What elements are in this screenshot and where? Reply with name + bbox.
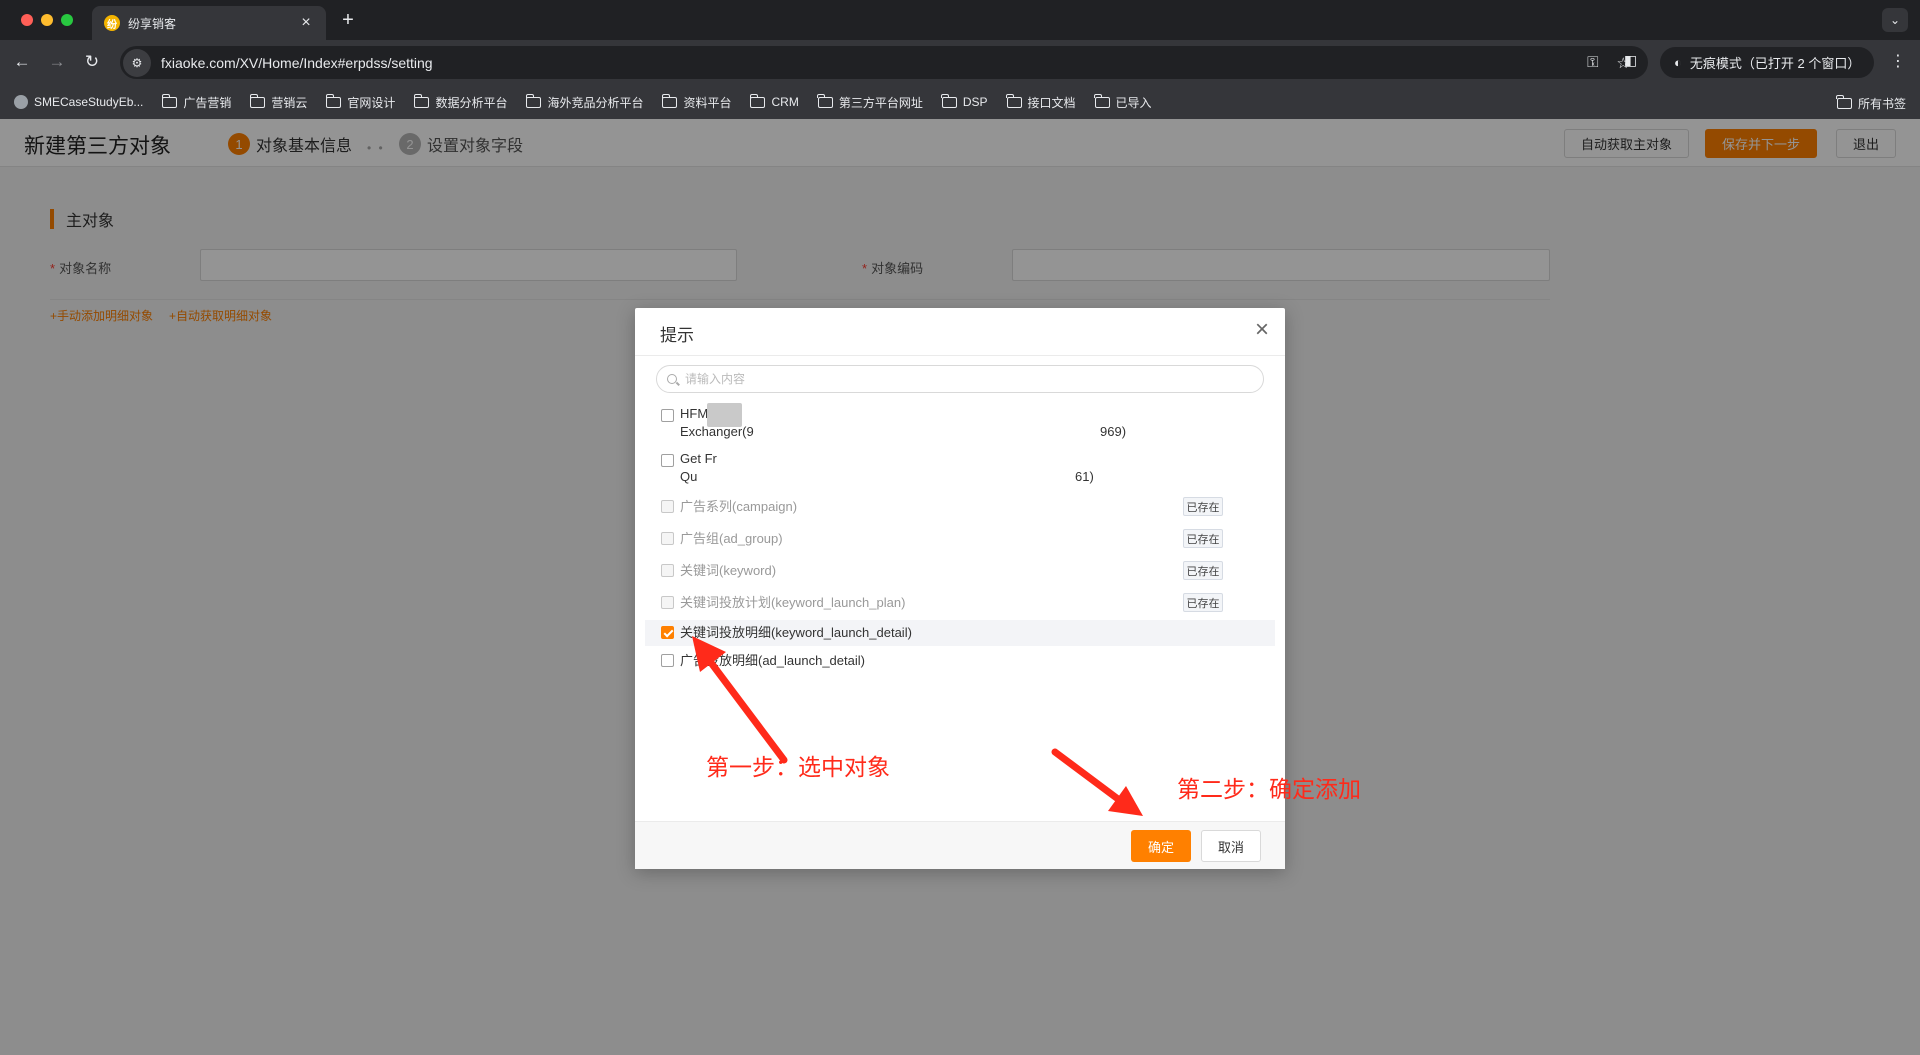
reload-icon[interactable]: ↻: [80, 50, 104, 74]
all-bookmarks-folder[interactable]: 所有书签: [1836, 95, 1906, 112]
close-icon[interactable]: ×: [1255, 318, 1269, 342]
item-checkbox: [661, 500, 674, 513]
item-text-tail: 61): [1075, 469, 1094, 484]
item-checkbox[interactable]: [661, 409, 674, 422]
folder-icon: [413, 93, 430, 108]
window-close-button[interactable]: [21, 14, 33, 26]
dialog-header: 提示 ×: [635, 308, 1285, 356]
redaction-mark: [742, 403, 1092, 423]
site-info-icon[interactable]: ⚙: [123, 48, 151, 77]
redaction-mark: [707, 403, 742, 427]
bookmark-folder[interactable]: 官网设计: [325, 93, 395, 111]
bookmark-folder[interactable]: 海外竞品分析平台: [525, 93, 643, 111]
annotation-step2: 第二步：确定添加: [1177, 777, 1361, 803]
redaction-mark: [717, 448, 1057, 486]
list-item[interactable]: Get Fr Qu 61): [645, 448, 1275, 490]
item-text: 广告系列(campaign): [680, 499, 798, 514]
browser-toolbar: ← → ↻ ⚙ fxiaoke.com/XV/Home/Index#erpdss…: [0, 40, 1920, 85]
search-icon: [667, 374, 677, 384]
browser-tab-bar: 纷 纷享销客 × + ⌄: [0, 0, 1920, 40]
item-text: 关键词投放明细(keyword_launch_detail): [680, 625, 912, 640]
fxiaoke-favicon-icon: 纷: [104, 15, 120, 31]
dialog-title: 提示: [660, 326, 694, 345]
bookmark-folder[interactable]: 广告营销: [161, 93, 231, 111]
item-checkbox: [661, 532, 674, 545]
browser-tab-active[interactable]: 纷 纷享销客 ×: [92, 6, 326, 40]
incognito-label: 无痕模式（已打开 2 个窗口）: [1689, 56, 1861, 71]
item-checkbox[interactable]: [661, 454, 674, 467]
folder-icon: [525, 93, 542, 108]
item-checkbox[interactable]: [661, 654, 674, 667]
item-checkbox: [661, 596, 674, 609]
tab-title: 纷享销客: [128, 16, 177, 31]
window-zoom-button[interactable]: [61, 14, 73, 26]
redaction-mark: [755, 423, 1095, 441]
folder-icon: [749, 93, 766, 108]
bookmark-folder[interactable]: 资料平台: [661, 93, 731, 111]
window-minimize-button[interactable]: [41, 14, 53, 26]
folder-icon: [1006, 93, 1022, 108]
folder-icon: [1094, 93, 1110, 108]
item-text-line1: Get Fr: [680, 451, 717, 466]
incognito-indicator[interactable]: ◐ 无痕模式（已打开 2 个窗口）: [1660, 47, 1875, 78]
exists-badge: 已存在: [1183, 529, 1223, 548]
back-arrow-icon[interactable]: ←: [10, 50, 34, 74]
annotation-step1: 第一步：选中对象: [706, 755, 890, 781]
side-panel-icon[interactable]: ◧: [1624, 52, 1637, 69]
globe-icon: [14, 95, 28, 109]
list-item-selected[interactable]: 关键词投放明细(keyword_launch_detail): [645, 620, 1275, 646]
item-checkbox-checked[interactable]: [661, 626, 674, 639]
confirm-button[interactable]: 确定: [1131, 830, 1191, 862]
tab-close-icon[interactable]: ×: [298, 14, 314, 32]
exists-badge: 已存在: [1183, 593, 1223, 612]
folder-icon: [817, 93, 833, 108]
folder-icon: [161, 93, 178, 108]
exists-badge: 已存在: [1183, 561, 1223, 580]
list-item: 关键词投放计划(keyword_launch_plan) 已存在: [645, 591, 1275, 615]
bookmark-folder[interactable]: 接口文档: [1006, 93, 1076, 111]
address-bar[interactable]: ⚙ fxiaoke.com/XV/Home/Index#erpdss/setti…: [120, 46, 1648, 79]
folder-icon: [661, 93, 678, 108]
list-item[interactable]: HFM Exchanger(9 969): [645, 403, 1275, 445]
folder-icon: [941, 93, 957, 108]
bookmarks-bar: SMECaseStudyEb... 广告营销 营销云 官网设计 数据分析平台 海…: [0, 85, 1920, 119]
item-text: 关键词(keyword): [680, 563, 777, 578]
forward-arrow-icon[interactable]: →: [45, 50, 69, 74]
list-item: 广告组(ad_group) 已存在: [645, 527, 1275, 551]
item-text: 关键词投放计划(keyword_launch_plan): [680, 595, 906, 610]
tab-search-chevron-icon[interactable]: ⌄: [1882, 8, 1908, 32]
bookmark-folder[interactable]: 营销云: [249, 93, 307, 111]
item-text-line1: HFM: [680, 406, 709, 421]
bookmark-item[interactable]: SMECaseStudyEb...: [14, 95, 143, 109]
list-item: 广告系列(campaign) 已存在: [645, 495, 1275, 519]
item-text-line2: Qu: [680, 469, 698, 484]
exists-badge: 已存在: [1183, 497, 1223, 516]
folder-icon: [249, 93, 266, 108]
item-checkbox: [661, 564, 674, 577]
folder-icon: [1836, 95, 1852, 109]
search-input[interactable]: [685, 372, 1263, 386]
bookmark-folder[interactable]: CRM: [749, 93, 799, 109]
browser-menu-kebab-icon[interactable]: ⋮: [1890, 51, 1906, 71]
new-tab-plus-icon[interactable]: +: [336, 8, 360, 32]
bookmark-folder[interactable]: 数据分析平台: [413, 93, 507, 111]
item-text: 广告组(ad_group): [680, 531, 783, 546]
list-item: 关键词(keyword) 已存在: [645, 559, 1275, 583]
password-key-icon[interactable]: ⚿: [1587, 54, 1598, 71]
folder-icon: [325, 93, 342, 108]
cancel-button[interactable]: 取消: [1201, 830, 1261, 862]
url-text[interactable]: fxiaoke.com/XV/Home/Index#erpdss/setting: [161, 55, 1587, 71]
incognito-icon: ◐: [1674, 55, 1682, 70]
bookmark-folder[interactable]: DSP: [941, 93, 988, 109]
item-text: 广告投放明细(ad_launch_detail): [680, 653, 865, 668]
search-box[interactable]: [656, 365, 1264, 393]
item-text-tail: 969): [1100, 424, 1127, 439]
bookmark-folder[interactable]: 已导入: [1094, 93, 1152, 111]
dialog-footer: 确定 取消: [635, 821, 1285, 869]
list-item[interactable]: 广告投放明细(ad_launch_detail): [645, 649, 1275, 673]
bookmark-folder[interactable]: 第三方平台网址: [817, 93, 923, 111]
